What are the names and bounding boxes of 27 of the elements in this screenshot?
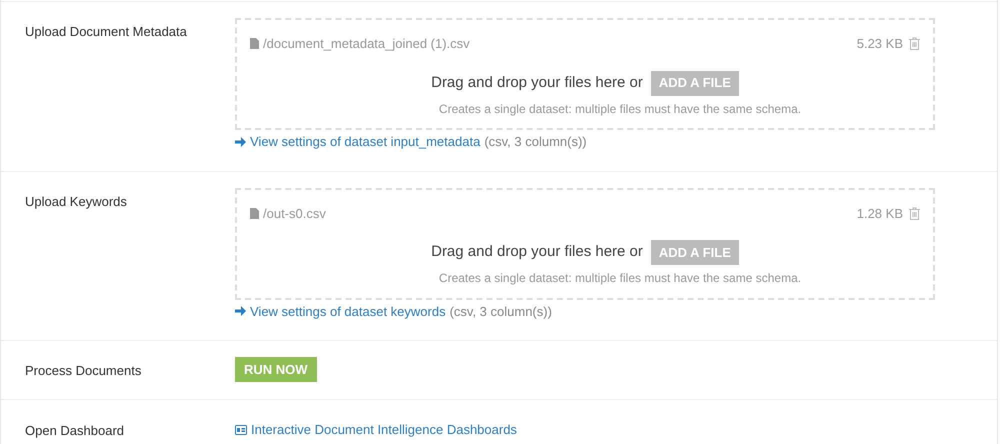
dashboard-icon — [235, 425, 247, 435]
row-label: Upload Document Metadata — [25, 24, 187, 39]
file-size: 5.23 KB — [856, 35, 903, 53]
trash-icon[interactable] — [909, 37, 920, 50]
trash-icon[interactable] — [909, 206, 920, 220]
arrow-right-icon — [235, 306, 246, 316]
file-name: /out-s0.csv — [263, 204, 326, 222]
file-icon — [250, 38, 259, 50]
dropzone[interactable]: /out-s0.csv 1.28 KB Drag and drop your files here or ADD A FILE Creates a single dataset: multiple files must have the same schema. — [235, 188, 935, 300]
dataset-info: (csv, 3 column(s)) — [484, 133, 587, 151]
file-icon — [250, 208, 259, 219]
run-now-button[interactable]: RUN NOW — [235, 357, 317, 382]
drop-instruction: Drag and drop your files here or — [431, 72, 643, 93]
file-size: 1.28 KB — [856, 204, 903, 222]
dataset-settings-link[interactable]: View settings of dataset input_metadata — [250, 132, 480, 152]
drop-instruction: Drag and drop your files here or — [431, 242, 643, 262]
dataset-info: (csv, 3 column(s)) — [450, 302, 552, 321]
schema-hint: Creates a single dataset: multiple files must have the same schema. — [438, 270, 802, 287]
row-label: Open Dashboard — [25, 423, 124, 438]
schema-hint: Creates a single dataset: multiple files must have the same schema. — [438, 100, 802, 118]
file-name: /document_metadata_joined (1).csv — [263, 35, 470, 53]
arrow-right-icon — [235, 136, 246, 147]
row-label: Upload Keywords — [25, 194, 127, 208]
dashboard-link[interactable]: Interactive Document Intelligence Dashboards — [251, 420, 517, 440]
dataset-settings-link[interactable]: View settings of dataset keywords — [250, 302, 446, 321]
dropzone[interactable]: /document_metadata_joined (1).csv 5.23 KB Drag and drop your files here or ADD A FILE Creates a single dataset: multiple files must have the same schema. — [235, 18, 935, 130]
row-label: Process Documents — [25, 363, 142, 378]
